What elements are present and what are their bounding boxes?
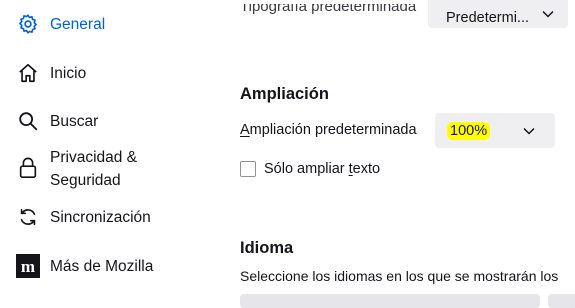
search-icon <box>16 109 40 133</box>
chevron-down-icon <box>542 10 554 18</box>
font-default-value: Predetermi... <box>446 10 529 26</box>
sidebar: General Inicio Buscar Privacidad & Segur… <box>0 0 210 306</box>
mozilla-icon: m <box>16 254 40 278</box>
sidebar-item-label: Seguridad <box>50 172 121 189</box>
checkbox-label-prefix: Sólo ampliar <box>264 161 349 177</box>
lock-icon <box>16 156 40 180</box>
sidebar-item-label: Inicio <box>50 64 87 82</box>
gear-icon <box>16 12 40 36</box>
sidebar-item-privacidad[interactable]: Privacidad & Seguridad <box>16 146 137 192</box>
sidebar-item-general[interactable]: General <box>16 12 105 36</box>
sidebar-item-mas-de-mozilla[interactable]: m Más de Mozilla <box>16 254 153 278</box>
zoom-text-only-checkbox[interactable] <box>240 161 256 177</box>
sidebar-item-label: Buscar <box>50 112 99 130</box>
chevron-down-icon <box>523 127 535 135</box>
default-zoom-label: Ampliación predeterminada <box>240 122 417 138</box>
font-default-select[interactable]: Predetermi... <box>428 0 568 28</box>
language-description: Seleccione los idiomas en los que se mos… <box>240 268 559 284</box>
zoom-text-only-label: Sólo ampliar texto <box>264 161 380 177</box>
sidebar-item-buscar[interactable]: Buscar <box>16 109 98 133</box>
zoom-text-only-row[interactable]: Sólo ampliar texto <box>240 161 380 177</box>
default-zoom-value-wrap: 100% <box>435 121 491 140</box>
default-zoom-label-text: mpliación predeterminada <box>249 122 417 138</box>
home-icon <box>16 61 40 85</box>
sidebar-item-label: Más de Mozilla <box>50 257 154 275</box>
svg-text:m: m <box>21 257 35 276</box>
sidebar-item-label: Privacidad & <box>50 149 138 166</box>
sidebar-item-label: Sincronización <box>50 208 151 226</box>
sidebar-item-inicio[interactable]: Inicio <box>16 61 86 85</box>
zoom-heading: Ampliación <box>240 85 329 103</box>
language-heading: Idioma <box>240 239 294 257</box>
sidebar-item-label: General <box>50 15 106 33</box>
accesskey-letter: A <box>240 122 250 138</box>
sidebar-item-label-group: Privacidad & Seguridad <box>50 146 137 192</box>
default-zoom-value: 100% <box>447 121 491 140</box>
font-default-label: Tipografía predeterminada <box>240 0 417 15</box>
sync-icon <box>16 205 40 229</box>
checkbox-label-suffix: exto <box>352 161 381 177</box>
default-zoom-select[interactable]: 100% <box>435 113 555 148</box>
sidebar-item-sincronizacion[interactable]: Sincronización <box>16 205 151 229</box>
